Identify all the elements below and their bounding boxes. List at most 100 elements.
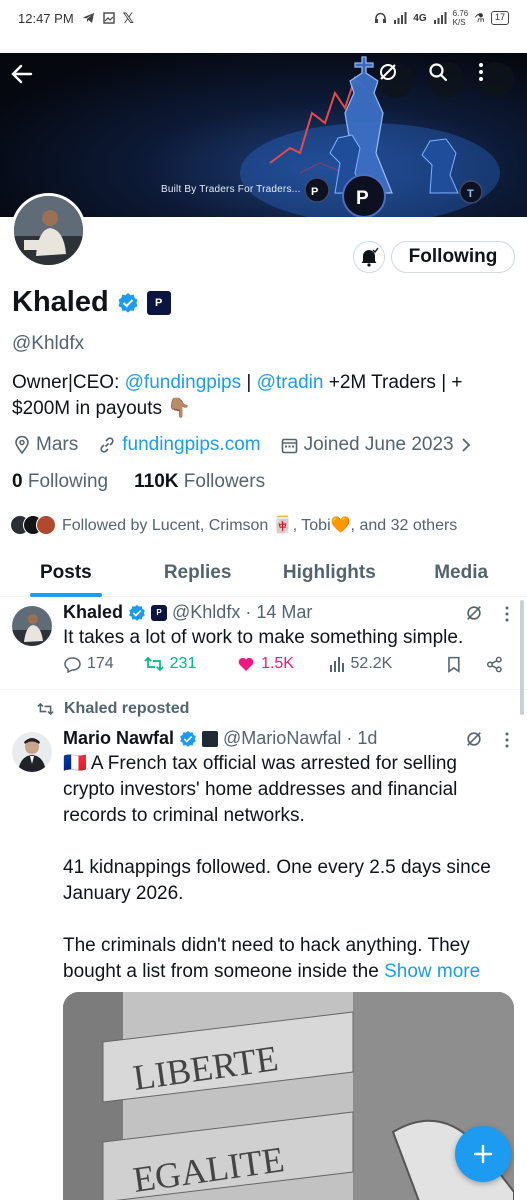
avatar-image [14,196,83,265]
tab-posts[interactable]: Posts [0,555,132,597]
banner-tagline: Built By Traders For Traders... [161,184,301,195]
post-text-paragraph-2: 41 kidnappings followed. One every 2.5 d… [63,857,491,904]
bio-mention-fundingpips[interactable]: @fundingpips [125,372,241,393]
bio-mention-tradin[interactable]: @tradin [257,372,324,393]
repost-label[interactable]: Khaled reposted [64,700,189,718]
repost-indicator: Khaled reposted [37,700,189,718]
grok-button[interactable] [378,62,414,98]
profile-meta: Mars fundingpips.com Joined June 2023 [14,434,472,456]
reply-button[interactable]: 174 [63,655,144,673]
post-avatar[interactable] [12,732,52,772]
post-author-name[interactable]: Khaled [63,602,123,623]
arrow-left-icon [11,64,33,84]
post-author-handle: @MarioNawfal [223,728,342,748]
grok-icon [380,64,396,80]
network-speed-unit: K/S [452,18,466,27]
post-author-handle: @Khldfx [172,602,241,622]
gallery-icon [102,12,115,24]
profile-location: Mars [36,434,79,455]
post[interactable]: Mario Nawfal @MarioNawfal · 1d 🇫🇷 A Fren… [0,724,527,1200]
post-text-paragraph-1: 🇫🇷 A French tax official was arrested fo… [63,753,458,826]
mutual-avatars [10,515,56,535]
show-more-link[interactable]: Show more [384,961,480,982]
profile-website-link[interactable]: fundingpips.com [122,434,260,456]
post-date: · 1d [346,728,378,748]
post-image[interactable]: LIBERTE EGALITE [63,992,514,1200]
notification-bell-button[interactable] [353,241,385,273]
post-image-art: LIBERTE EGALITE [63,992,514,1200]
more-vertical-icon[interactable] [505,606,509,622]
bio-separator: | [241,372,257,393]
search-button[interactable] [428,62,464,98]
verified-badge-icon [118,292,138,313]
chevron-right-icon[interactable] [460,437,472,453]
affiliate-badge-icon [202,730,219,747]
verified-badge-icon [180,730,196,747]
follow-counts: 0 Following 110K Followers [12,471,265,493]
network-speed: 6.76 [452,9,469,18]
views-icon [329,656,344,672]
more-vertical-icon[interactable] [505,732,509,748]
repost-button[interactable]: 231 [144,655,237,673]
post-header: Mario Nawfal @MarioNawfal · 1d [63,728,377,749]
profile-name: Khaled [12,286,109,318]
following-button[interactable]: Following [391,241,515,273]
svg-text:P: P [311,186,318,198]
location-icon [15,436,29,454]
headphones-icon [375,12,387,23]
battery-indicator: 17 [490,11,509,25]
post-text-paragraph-3: The criminals didn't need to hack anythi… [63,933,518,985]
flask-icon: ⚗ [474,11,485,25]
network-type: 4G [413,12,427,24]
signal-icon-2 [433,12,447,24]
profile-joined-date: Joined June 2023 [303,434,454,455]
post-date: · 14 Mar [245,602,313,622]
link-icon [100,437,114,453]
following-label: Following [27,471,109,492]
share-icon[interactable] [486,656,503,673]
search-icon [429,63,448,82]
tab-media[interactable]: Media [395,555,527,596]
back-button[interactable] [11,64,47,100]
calendar-icon [281,438,297,453]
views-button[interactable]: 52.2K [329,655,447,673]
view-count: 52.2K [350,655,393,672]
post-actions: 174 231 1.5K 52.2K [63,655,503,673]
more-options-button[interactable] [478,62,514,98]
grok-icon[interactable] [465,730,483,748]
profile-handle: @Khldfx [12,333,85,354]
profile-banner: P P T Built By Traders For Traders... [0,53,527,217]
affiliate-badge: P [151,604,168,621]
scrollbar[interactable] [520,600,524,715]
grok-icon[interactable] [465,604,483,622]
compose-post-button[interactable] [455,1126,511,1182]
profile-tabs: Posts Replies Highlights Media [0,555,527,597]
following-count-link[interactable]: 0 Following [12,471,108,493]
like-count: 1.5K [261,655,294,672]
tab-highlights[interactable]: Highlights [264,555,396,596]
like-button[interactable]: 1.5K [237,655,328,673]
plus-icon [473,1144,493,1164]
svg-text:P: P [356,188,369,209]
profile-avatar[interactable] [11,193,86,268]
status-bar: 12:47 PM 𝕏 4G 6.76 K/S ⚗ 17 [0,0,527,36]
verified-badge-icon [129,604,145,621]
profile-name-row: Khaled P [12,286,171,319]
tab-replies[interactable]: Replies [132,555,264,596]
followers-count-link[interactable]: 110K Followers [134,471,265,493]
profile-bio: Owner|CEO: @fundingpips | @tradin +2M Tr… [12,370,517,422]
post[interactable]: Khaled P @Khldfx · 14 Mar It takes a lot… [0,598,527,690]
repost-icon [144,656,164,672]
repost-icon [37,702,54,716]
post-author-name[interactable]: Mario Nawfal [63,728,174,749]
bio-prefix: Owner|CEO: [12,372,125,393]
status-time: 12:47 PM [18,10,74,26]
affiliate-badge[interactable]: P [146,290,171,315]
post-avatar[interactable] [12,606,52,646]
repost-count: 231 [169,655,197,672]
followers-count: 110K [134,471,179,492]
bookmark-icon[interactable] [447,656,461,673]
following-count: 0 [12,471,23,492]
followers-label: Followers [183,471,266,492]
followed-by-row[interactable]: Followed by Lucent, Crimson 🀄, Tobi🧡, an… [10,515,457,535]
